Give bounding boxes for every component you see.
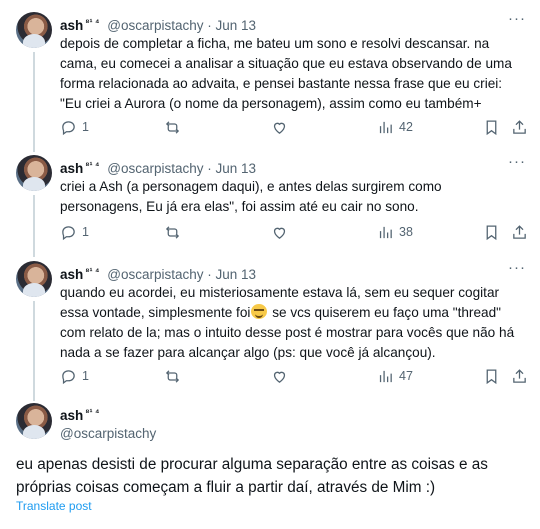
like-icon bbox=[273, 227, 286, 239]
reply-icon bbox=[62, 120, 75, 135]
share-button[interactable] bbox=[511, 366, 528, 386]
repost-button[interactable] bbox=[164, 222, 181, 242]
reply-tweet-2[interactable]: ash ⁸¹ ⁴ @oscarpistachy · Jun 13 ··· crie… bbox=[0, 154, 540, 257]
avatar[interactable] bbox=[16, 155, 52, 191]
bookmark-button[interactable] bbox=[483, 117, 500, 137]
thread-line bbox=[33, 301, 35, 401]
like-button[interactable] bbox=[271, 222, 288, 242]
share-button[interactable] bbox=[511, 117, 528, 137]
reply-button[interactable]: 1 bbox=[60, 366, 89, 386]
tweet-text: depois de completar a ficha, me bateu um… bbox=[60, 36, 512, 111]
tweet-actions: 1 38 bbox=[60, 222, 530, 242]
tweet-text: quando eu acordei, eu misteriosamente es… bbox=[60, 283, 526, 363]
reply-tweet-3[interactable]: ash ⁸¹ ⁴ @oscarpistachy · Jun 13 ··· quan… bbox=[0, 260, 540, 401]
views-icon bbox=[379, 226, 392, 238]
repost-icon bbox=[165, 120, 180, 134]
views-button[interactable]: 42 bbox=[377, 117, 413, 137]
reply-count: 1 bbox=[82, 120, 89, 134]
share-button[interactable] bbox=[511, 222, 528, 242]
grinning-face-emoji-icon bbox=[251, 304, 268, 319]
bookmark-icon bbox=[486, 119, 497, 135]
author-name[interactable]: ash ⁸¹ ⁴ bbox=[60, 17, 100, 33]
bookmark-icon bbox=[486, 368, 497, 384]
reply-button[interactable]: 1 bbox=[60, 117, 89, 137]
avatar[interactable] bbox=[16, 12, 52, 48]
views-count: 47 bbox=[399, 369, 413, 383]
tweet-header: ash ⁸¹ ⁴ @oscarpistachy · Jun 13 bbox=[60, 261, 256, 282]
avatar[interactable] bbox=[16, 403, 52, 439]
tweet-header: ash ⁸¹ ⁴ @oscarpistachy · Jun 13 bbox=[60, 12, 256, 33]
views-count: 42 bbox=[399, 120, 413, 134]
author-handle-date[interactable]: @oscarpistachy · Jun 13 bbox=[107, 267, 256, 282]
like-icon bbox=[273, 371, 286, 383]
more-icon[interactable]: ··· bbox=[508, 154, 526, 173]
author-name[interactable]: ash ⁸¹ ⁴ bbox=[60, 403, 156, 425]
reply-count: 1 bbox=[82, 225, 89, 239]
repost-button[interactable] bbox=[164, 117, 181, 137]
main-tweet-header: ash ⁸¹ ⁴ @oscarpistachy bbox=[60, 403, 156, 443]
views-button[interactable]: 47 bbox=[377, 366, 413, 386]
avatar[interactable] bbox=[16, 261, 52, 297]
name-badge: ⁸¹ ⁴ bbox=[85, 407, 100, 417]
repost-icon bbox=[165, 369, 180, 383]
bookmark-button[interactable] bbox=[483, 222, 500, 242]
tweet-text: criei a Ash (a personagem daqui), e ante… bbox=[60, 179, 442, 214]
share-icon bbox=[513, 368, 526, 383]
reply-icon bbox=[62, 225, 75, 240]
share-icon bbox=[513, 224, 526, 239]
author-handle-date[interactable]: @oscarpistachy · Jun 13 bbox=[107, 18, 256, 33]
reply-button[interactable]: 1 bbox=[60, 222, 89, 242]
more-icon[interactable]: ··· bbox=[508, 260, 526, 279]
views-icon bbox=[379, 121, 392, 133]
translate-post-link[interactable]: Translate post bbox=[16, 499, 92, 513]
author-handle-date[interactable]: @oscarpistachy · Jun 13 bbox=[107, 161, 256, 176]
repost-button[interactable] bbox=[164, 366, 181, 386]
thread-line bbox=[33, 195, 35, 257]
name-badge: ⁸¹ ⁴ bbox=[85, 160, 100, 170]
tweet-actions: 1 47 bbox=[60, 366, 530, 386]
bookmark-button[interactable] bbox=[483, 366, 500, 386]
like-button[interactable] bbox=[271, 366, 288, 386]
tweet-actions: 1 42 bbox=[60, 117, 530, 137]
author-name[interactable]: ash ⁸¹ ⁴ bbox=[60, 160, 100, 176]
views-icon bbox=[379, 370, 392, 382]
name-badge: ⁸¹ ⁴ bbox=[85, 17, 100, 27]
bookmark-icon bbox=[486, 224, 497, 240]
reply-icon bbox=[62, 369, 75, 384]
repost-icon bbox=[165, 225, 180, 239]
main-tweet: ash ⁸¹ ⁴ @oscarpistachy eu apenas desisti… bbox=[0, 403, 540, 523]
share-icon bbox=[513, 119, 526, 134]
author-handle[interactable]: @oscarpistachy bbox=[60, 425, 156, 443]
reply-count: 1 bbox=[82, 369, 89, 383]
tweet-header: ash ⁸¹ ⁴ @oscarpistachy · Jun 13 bbox=[60, 155, 256, 176]
like-button[interactable] bbox=[271, 117, 288, 137]
more-icon[interactable]: ··· bbox=[508, 11, 526, 30]
views-count: 38 bbox=[399, 225, 413, 239]
main-tweet-text: eu apenas desisti de procurar alguma sep… bbox=[16, 456, 488, 496]
thread-feed: ash ⁸¹ ⁴ @oscarpistachy · Jun 13 ··· depo… bbox=[0, 0, 540, 529]
like-icon bbox=[273, 122, 286, 134]
thread-line bbox=[33, 52, 35, 152]
author-name[interactable]: ash ⁸¹ ⁴ bbox=[60, 266, 100, 282]
name-badge: ⁸¹ ⁴ bbox=[85, 266, 100, 276]
reply-tweet-1[interactable]: ash ⁸¹ ⁴ @oscarpistachy · Jun 13 ··· depo… bbox=[0, 11, 540, 152]
views-button[interactable]: 38 bbox=[377, 222, 413, 242]
